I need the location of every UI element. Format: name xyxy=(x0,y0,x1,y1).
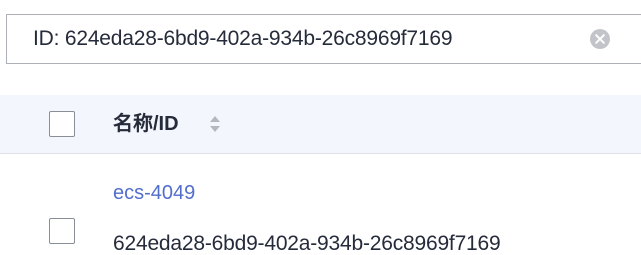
search-filter-box[interactable]: ID: 624eda28-6bd9-402a-934b-26c8969f7169 xyxy=(6,14,641,64)
sort-icon[interactable] xyxy=(208,114,222,134)
ecs-instance-list: ID: 624eda28-6bd9-402a-934b-26c8969f7169… xyxy=(0,0,641,255)
clear-search-icon[interactable] xyxy=(589,28,611,50)
instance-id-text: 624eda28-6bd9-402a-934b-26c8969f7169 xyxy=(113,232,501,255)
instance-name-link[interactable]: ecs-4049 xyxy=(113,182,195,205)
column-header-name-id: 名称/ID xyxy=(113,113,179,135)
table-row: ecs-4049 624eda28-6bd9-402a-934b-26c8969… xyxy=(0,154,641,255)
table-header: 名称/ID xyxy=(0,95,641,154)
search-query-text: ID: 624eda28-6bd9-402a-934b-26c8969f7169 xyxy=(33,27,453,50)
select-all-checkbox[interactable] xyxy=(49,111,75,137)
row-select-checkbox[interactable] xyxy=(49,218,75,244)
